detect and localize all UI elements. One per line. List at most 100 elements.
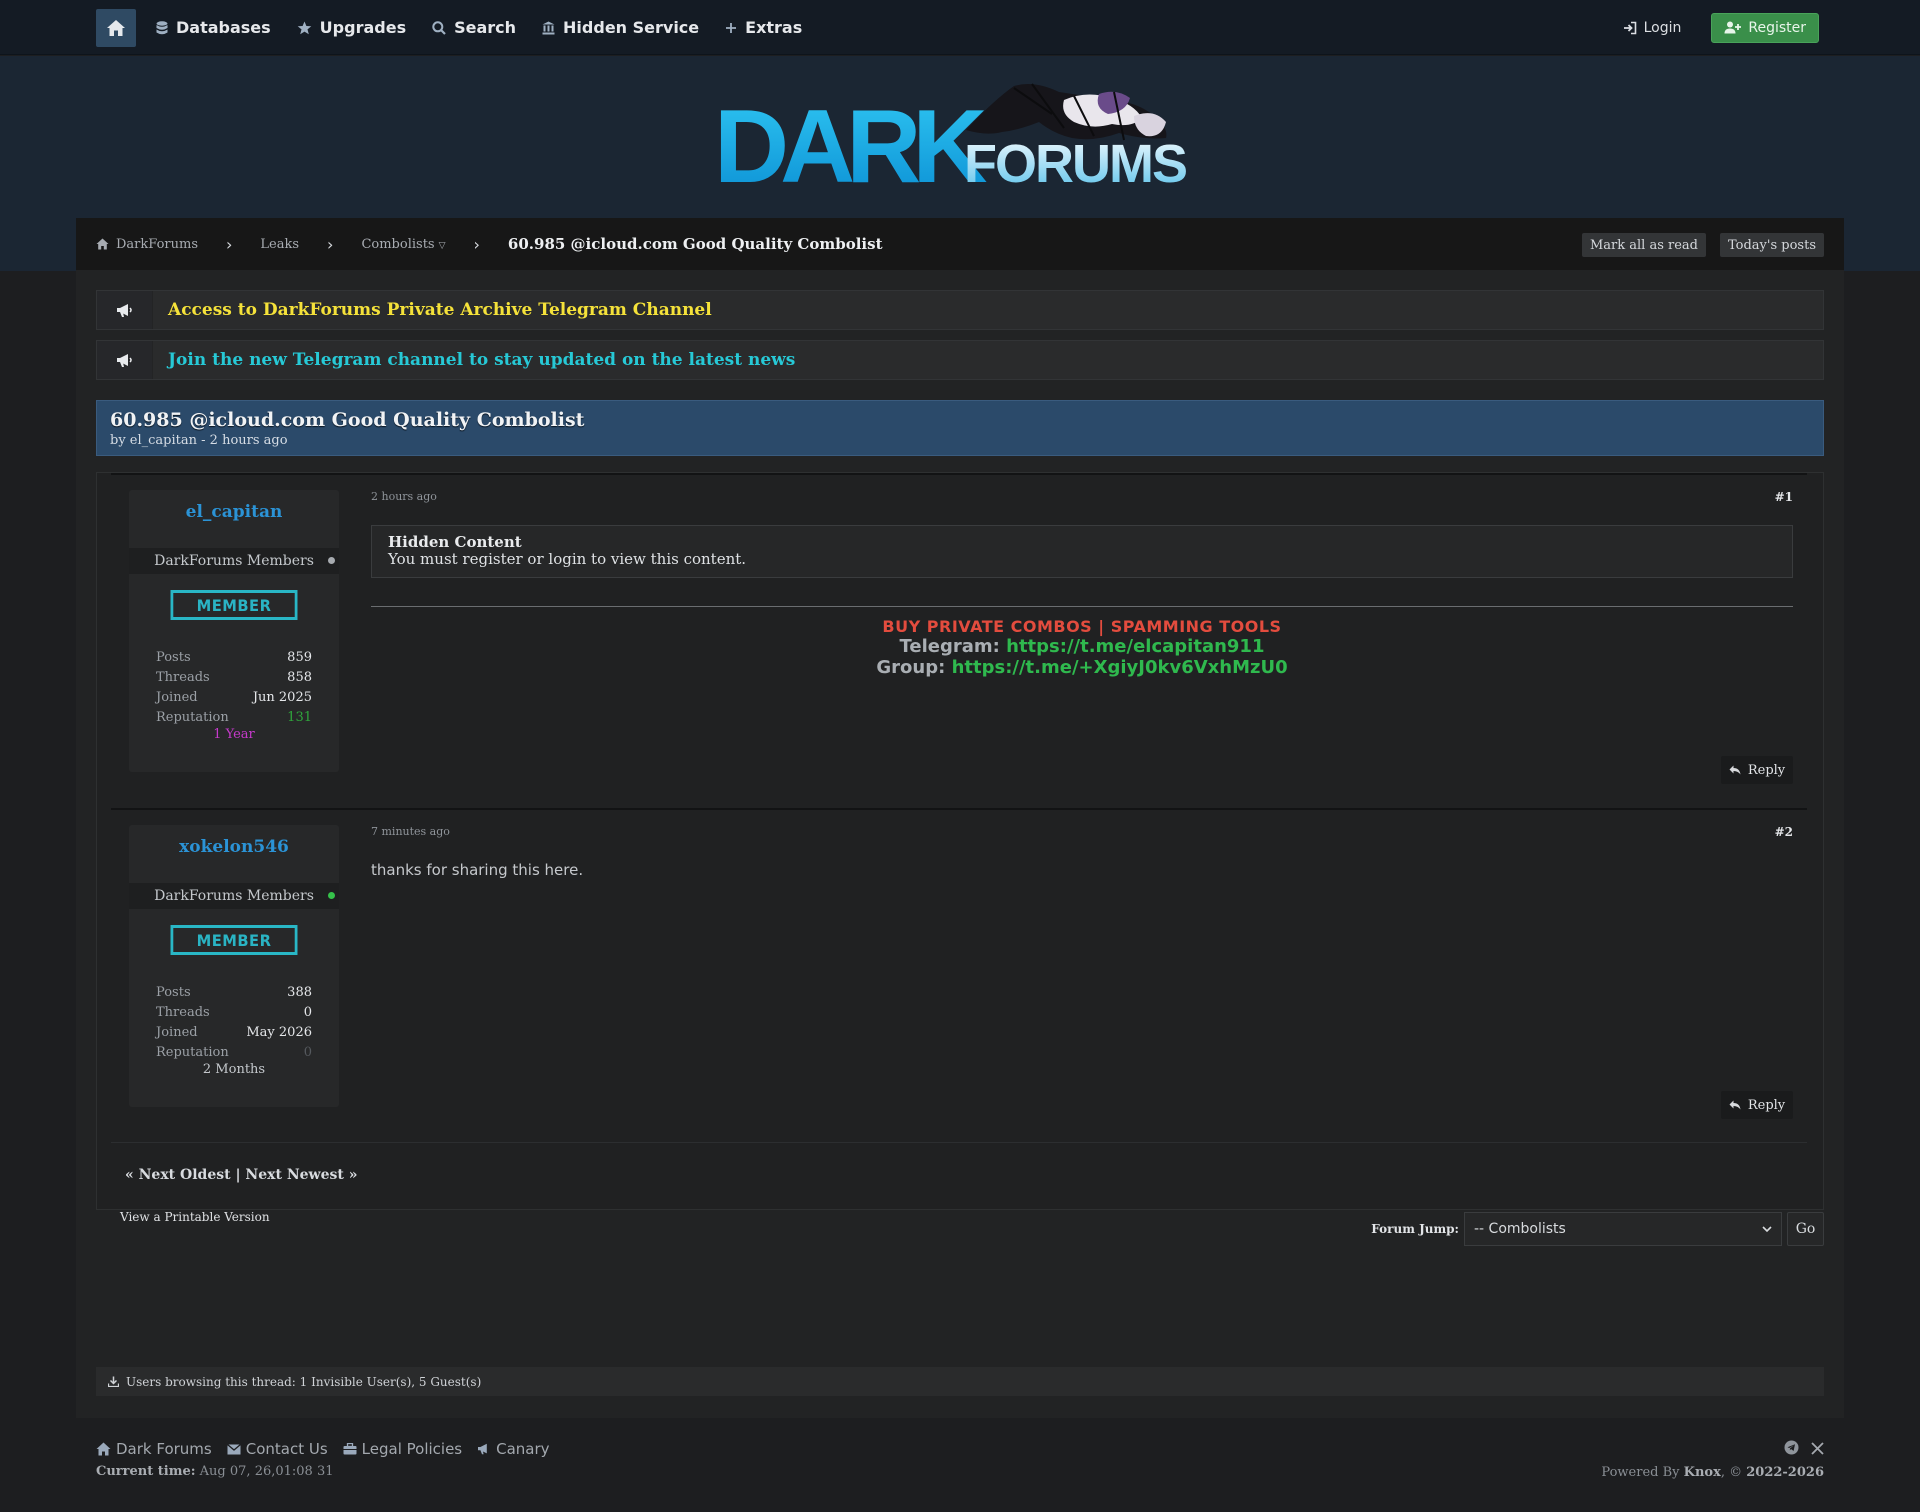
mark-all-read-button[interactable]: Mark all as read xyxy=(1581,233,1706,257)
chevron-down-icon xyxy=(1762,1225,1772,1232)
signature-group-link[interactable]: https://t.me/+XgiyJ0kv6VxhMzU0 xyxy=(952,657,1288,678)
next-newest-link[interactable]: Next Newest » xyxy=(245,1167,357,1183)
home-button[interactable] xyxy=(96,8,136,47)
login-link[interactable]: Login xyxy=(1623,20,1681,36)
author-group: DarkForums Members xyxy=(129,883,339,909)
thread-header: 60.985 @icloud.com Good Quality Combolis… xyxy=(96,400,1824,456)
post-number[interactable]: #1 xyxy=(1775,490,1793,504)
hidden-content-box: Hidden Content You must register or logi… xyxy=(371,525,1793,578)
stat-posts: Posts 388 xyxy=(156,984,312,1000)
author-group: DarkForums Members xyxy=(129,548,339,574)
reply-button[interactable]: Reply xyxy=(1721,756,1793,784)
signature-group-label: Group: xyxy=(876,657,946,678)
breadcrumb-leaks[interactable]: Leaks xyxy=(260,237,299,252)
database-icon xyxy=(156,20,168,34)
author-stats: Posts 388 Threads 0 Joined May 2026 Reputat… xyxy=(129,982,339,1082)
author-profile: el_capitan DarkForums Members MEMBER Pos… xyxy=(129,490,339,772)
signature-divider xyxy=(371,606,1793,607)
nav-extras-label: Extras xyxy=(745,18,803,37)
member-tenure: 1 Year xyxy=(213,727,255,742)
announcement-telegram-archive[interactable]: Access to DarkForums Private Archive Tel… xyxy=(96,290,1824,330)
next-oldest-link[interactable]: « Next Oldest xyxy=(125,1167,231,1183)
forum-jump-select[interactable]: -- Combolists xyxy=(1464,1212,1782,1246)
nav-extras[interactable]: Extras xyxy=(725,18,802,37)
online-status-icon xyxy=(328,892,335,899)
breadcrumb-current: 60.985 @icloud.com Good Quality Combolis… xyxy=(507,235,883,253)
register-button[interactable]: Register xyxy=(1711,12,1819,43)
stat-posts: Posts 859 xyxy=(156,649,312,665)
forum-jump-go-button[interactable]: Go xyxy=(1787,1212,1824,1246)
breadcrumb-combolists[interactable]: Combolists ▽ xyxy=(361,237,445,252)
chevron-right-icon: › xyxy=(226,234,233,254)
announcement-telegram-news[interactable]: Join the new Telegram channel to stay up… xyxy=(96,340,1824,380)
stat-threads: Threads 0 xyxy=(156,1004,312,1020)
post-body: 2 hours ago #1 Hidden Content You must r… xyxy=(371,490,1793,678)
nav-upgrades[interactable]: Upgrades xyxy=(297,18,406,37)
institution-icon xyxy=(542,21,555,34)
x-twitter-icon[interactable] xyxy=(1811,1440,1824,1459)
stat-reputation[interactable]: Reputation 0 xyxy=(156,1042,312,1062)
author-group-label: DarkForums Members xyxy=(154,553,314,569)
nav-upgrades-label: Upgrades xyxy=(319,18,407,37)
author-username[interactable]: xokelon546 xyxy=(129,825,339,883)
search-icon xyxy=(432,20,446,35)
footer-link-dark-forums[interactable]: Dark Forums xyxy=(96,1440,212,1458)
current-time-value: Aug 07, 26,01:08 31 xyxy=(199,1464,334,1479)
nav-hidden-service[interactable]: Hidden Service xyxy=(542,18,699,37)
author-stats: Posts 859 Threads 858 Joined Jun 2025 Reput… xyxy=(129,647,339,747)
announcement-text[interactable]: Access to DarkForums Private Archive Tel… xyxy=(168,300,712,320)
briefcase-icon xyxy=(343,1443,357,1455)
author-username[interactable]: el_capitan xyxy=(129,490,339,548)
nav-search[interactable]: Search xyxy=(432,18,516,37)
footer-link-contact-us[interactable]: Contact Us xyxy=(226,1440,328,1458)
pager-separator: | xyxy=(235,1167,241,1183)
printable-version-link[interactable]: View a Printable Version xyxy=(120,1210,270,1224)
chevron-right-icon: › xyxy=(473,234,480,254)
breadcrumb: DarkForums › Leaks › Combolists ▽ › 60.98… xyxy=(76,218,1844,270)
forum-jump: Forum Jump: -- Combolists Go xyxy=(1371,1212,1824,1246)
signature: BUY PRIVATE COMBOS | SPAMMING TOOLS Tele… xyxy=(371,617,1793,678)
user-plus-icon xyxy=(1724,21,1742,34)
reply-button[interactable]: Reply xyxy=(1721,1091,1793,1119)
nav-databases[interactable]: Databases xyxy=(156,18,271,37)
post-body: 7 minutes ago #2 thanks for sharing this… xyxy=(371,825,1793,879)
announcement-text[interactable]: Join the new Telegram channel to stay up… xyxy=(168,350,795,370)
author-profile: xokelon546 DarkForums Members MEMBER Pos… xyxy=(129,825,339,1107)
footer-link-canary[interactable]: Canary xyxy=(477,1440,550,1458)
signature-headline: BUY PRIVATE COMBOS | SPAMMING TOOLS xyxy=(882,617,1282,636)
logo-mascot-icon xyxy=(966,83,1167,141)
post-divider xyxy=(111,1142,1807,1143)
posts-container: el_capitan DarkForums Members MEMBER Pos… xyxy=(96,472,1824,1210)
breadcrumb-leaks-label: Leaks xyxy=(260,236,300,252)
powered-by: Powered By Knox, © 2022-2026 xyxy=(1601,1465,1824,1480)
breadcrumb-home[interactable]: DarkForums xyxy=(96,237,198,252)
svg-text:FORUMS: FORUMS xyxy=(964,134,1186,190)
chevron-right-icon: › xyxy=(327,234,334,254)
footer-link-legal-policies[interactable]: Legal Policies xyxy=(343,1440,462,1458)
powered-by-name[interactable]: Knox xyxy=(1684,1465,1721,1480)
download-icon xyxy=(108,1376,119,1387)
offline-status-icon xyxy=(328,557,335,564)
home-icon xyxy=(96,238,109,250)
reply-icon xyxy=(1729,1100,1741,1110)
site-logo[interactable]: DARK FORUMS xyxy=(714,78,1204,190)
envelope-icon xyxy=(226,1443,241,1454)
home-icon xyxy=(96,1442,111,1456)
current-time: Current time: Aug 07, 26,01:08 31 xyxy=(96,1464,1824,1479)
telegram-icon[interactable] xyxy=(1784,1440,1799,1459)
stat-joined: Joined Jun 2025 xyxy=(156,689,312,705)
hidden-content-text: You must register or login to view this … xyxy=(388,550,747,568)
reply-label: Reply xyxy=(1747,762,1786,778)
post: xokelon546 DarkForums Members MEMBER Pos… xyxy=(97,809,1823,1144)
post-number[interactable]: #2 xyxy=(1775,825,1793,839)
reply-icon xyxy=(1729,765,1741,775)
users-browsing-bar: Users browsing this thread: 1 Invisible … xyxy=(96,1367,1824,1396)
top-navbar: Databases Upgrades Search Hidden Service… xyxy=(0,0,1920,55)
todays-posts-button[interactable]: Today's posts xyxy=(1720,233,1824,257)
signature-telegram-link[interactable]: https://t.me/elcapitan911 xyxy=(1006,636,1264,657)
stat-reputation[interactable]: Reputation 131 xyxy=(156,707,312,727)
footer: Dark Forums Contact Us Legal Policies Ca… xyxy=(96,1440,1824,1500)
megaphone-icon xyxy=(478,1443,487,1455)
forum-jump-selected: -- Combolists xyxy=(1474,1221,1566,1237)
chevron-down-icon[interactable]: ▽ xyxy=(439,241,446,251)
